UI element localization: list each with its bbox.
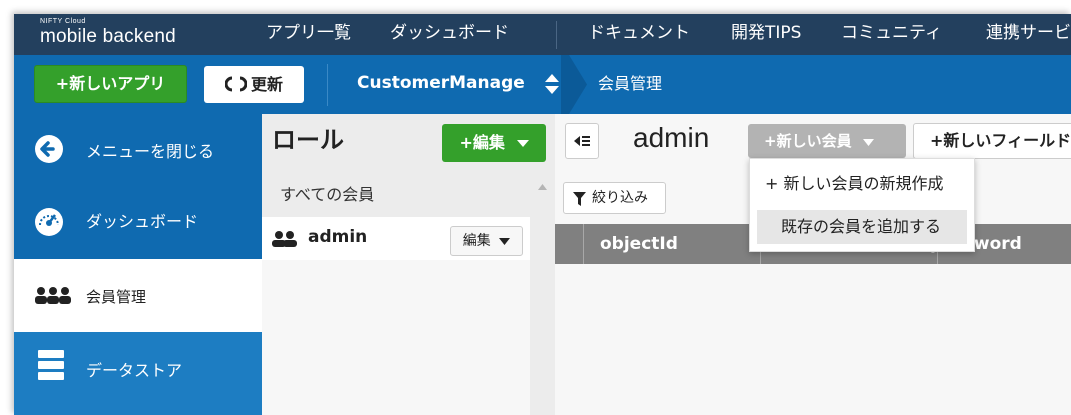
sidebar-item-label: データストア xyxy=(86,361,183,380)
arrow-left-circle-icon xyxy=(35,135,63,163)
role-panel-title: ロール xyxy=(272,126,344,154)
new-app-button[interactable]: +新しいアプリ xyxy=(34,65,187,103)
breadcrumb-current: 会員管理 xyxy=(598,74,663,93)
role-edit-button[interactable]: +編集 xyxy=(442,124,546,162)
filter-icon xyxy=(573,192,586,206)
role-item-edit-label: 編集 xyxy=(462,233,491,249)
nav-dev-tips[interactable]: 開発TIPS xyxy=(731,14,801,55)
nav-divider xyxy=(556,21,557,49)
caret-down-icon xyxy=(499,238,511,245)
sidebar-item-datastore[interactable]: データストア xyxy=(14,332,262,415)
sidebar-item-close-menu[interactable]: メニューを閉じる xyxy=(14,114,262,184)
new-member-button[interactable]: +新しい会員 xyxy=(748,124,906,158)
database-icon xyxy=(38,350,64,380)
table-select-column xyxy=(555,224,584,264)
filter-label: 絞り込み xyxy=(592,190,648,206)
sidebar-item-members[interactable]: 会員管理 xyxy=(14,259,262,332)
refresh-button[interactable]: 更新 xyxy=(204,66,304,103)
role-name: admin xyxy=(308,227,368,247)
role-item-edit-button[interactable]: 編集 xyxy=(450,226,523,256)
scroll-up-icon[interactable] xyxy=(538,184,547,190)
top-navbar: NIFTY Cloud mobile backend アプリ一覧 ダッシュボード… xyxy=(14,14,1071,55)
sort-updown-icon[interactable] xyxy=(544,73,560,95)
nav-dashboard[interactable]: ダッシュボード xyxy=(390,14,509,55)
nav-app-list[interactable]: アプリ一覧 xyxy=(266,14,351,55)
nav-documents[interactable]: ドキュメント xyxy=(588,14,690,55)
filter-button[interactable]: 絞り込み xyxy=(563,182,666,214)
column-header-objectid[interactable]: objectId xyxy=(584,224,761,264)
role-list: すべての会員 admin 編集 xyxy=(262,176,530,415)
role-item-admin[interactable]: admin 編集 xyxy=(262,217,530,260)
new-member-dropdown: + 新しい会員の新規作成 既存の会員を追加する xyxy=(749,158,975,252)
role-heading: admin xyxy=(633,122,710,153)
nav-integrations[interactable]: 連携サービス xyxy=(986,14,1071,55)
brand-small-text: NIFTY Cloud xyxy=(40,18,86,25)
new-field-button[interactable]: +新しいフィールド xyxy=(913,123,1071,159)
speedometer-icon xyxy=(35,208,63,236)
collapse-panel-button[interactable] xyxy=(565,123,599,159)
role-all-members[interactable]: すべての会員 xyxy=(262,176,530,217)
breadcrumb-chevron-icon xyxy=(561,55,587,114)
role-edit-label: +編集 xyxy=(459,133,505,152)
toolbar-divider xyxy=(327,64,328,106)
nav-community[interactable]: コミュニティ xyxy=(841,14,942,55)
menu-item-add-existing-member[interactable]: 既存の会員を追加する xyxy=(757,210,967,244)
brand-logo[interactable]: NIFTY Cloud mobile backend xyxy=(40,18,176,48)
app-selector[interactable]: CustomerManage xyxy=(357,55,525,114)
app-window: NIFTY Cloud mobile backend アプリ一覧 ダッシュボード… xyxy=(14,14,1071,415)
role-list-scrollbar[interactable] xyxy=(530,176,555,415)
app-toolbar: +新しいアプリ 更新 CustomerManage 会員管理 xyxy=(14,55,1071,114)
sidebar-item-label: 会員管理 xyxy=(86,288,147,306)
brand-name: mobile backend xyxy=(40,26,176,47)
refresh-label: 更新 xyxy=(250,75,283,94)
sidebar-item-label: ダッシュボード xyxy=(86,212,199,231)
users-icon xyxy=(35,287,71,304)
sidebar-item-dashboard[interactable]: ダッシュボード xyxy=(14,184,262,259)
collapse-left-icon xyxy=(574,136,590,146)
group-icon xyxy=(272,231,297,247)
caret-down-icon xyxy=(516,140,529,147)
sidebar: メニューを閉じる ダッシュボード 会員管理 データストア xyxy=(14,114,262,415)
menu-item-create-new-member[interactable]: + 新しい会員の新規作成 xyxy=(757,167,967,201)
sidebar-item-label: メニューを閉じる xyxy=(86,142,215,161)
role-panel: ロール +編集 すべての会員 admin 編集 xyxy=(262,114,555,415)
refresh-icon xyxy=(224,76,248,92)
new-member-label: +新しい会員 xyxy=(764,132,852,150)
caret-down-icon xyxy=(862,139,874,146)
